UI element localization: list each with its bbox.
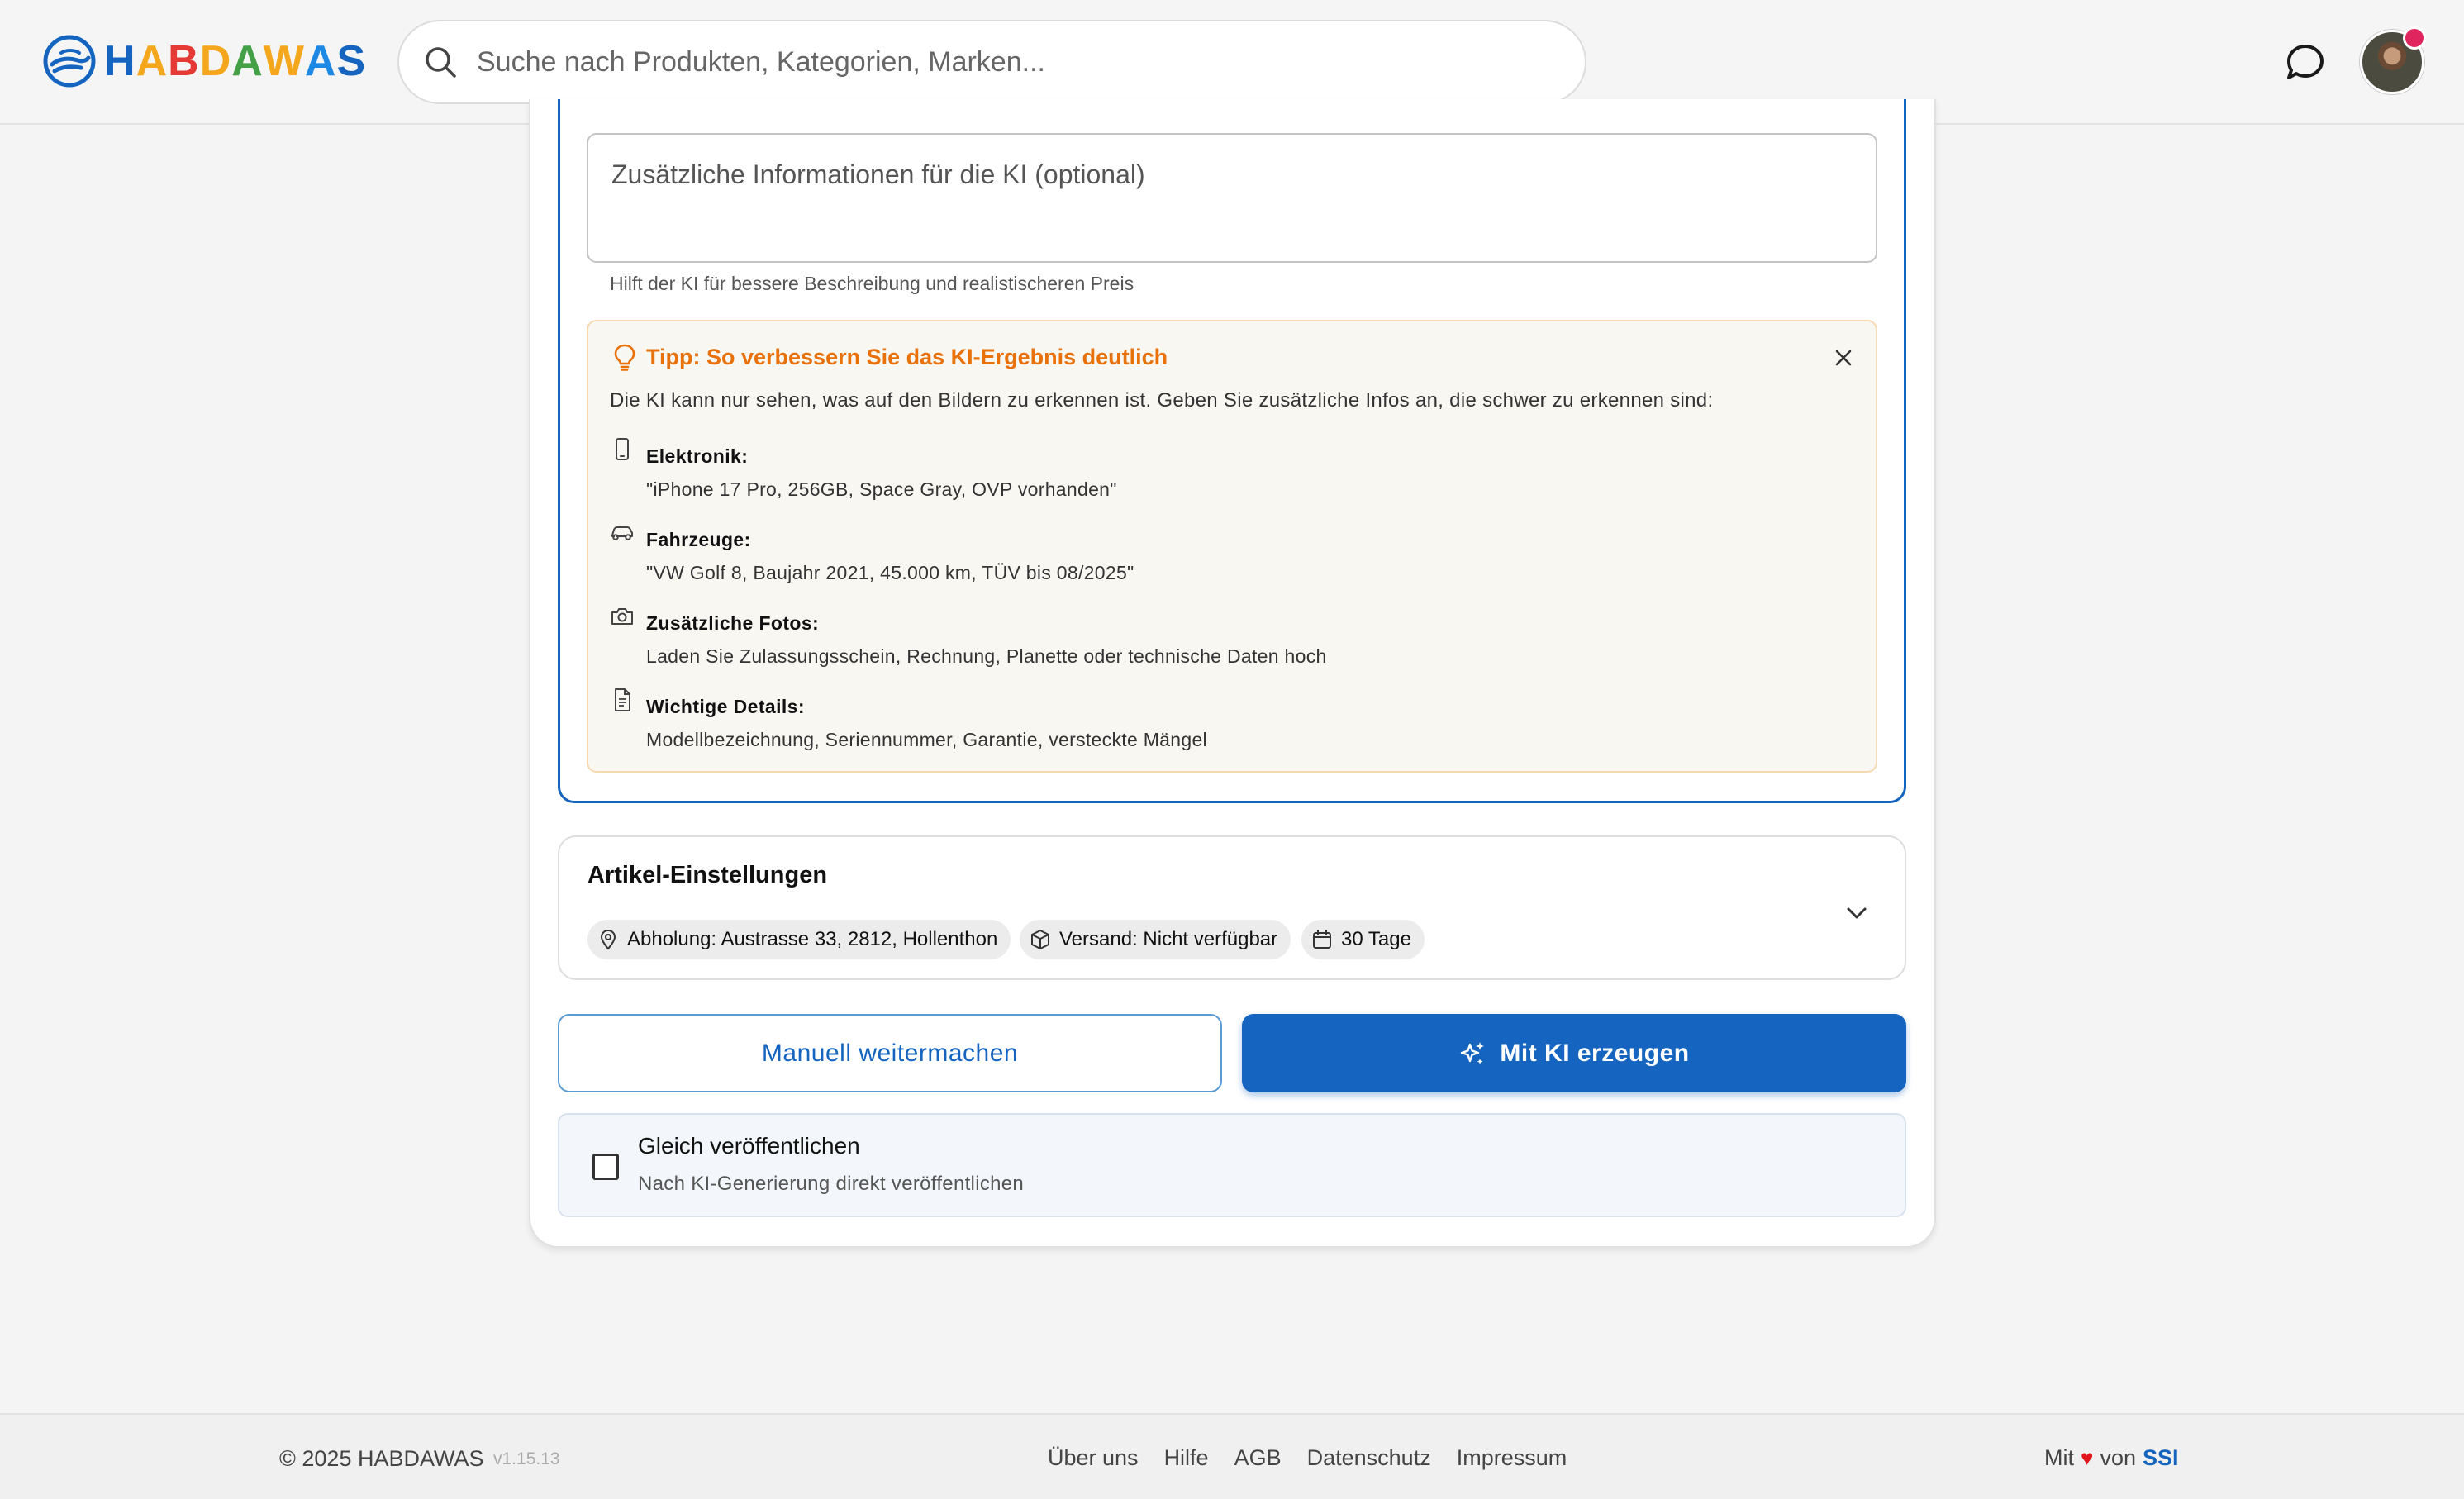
logo-letter: W [263,37,305,85]
settings-title: Artikel-Einstellungen [587,862,828,888]
lightbulb-icon [614,344,635,371]
pickup-chip-label: Abholung: Austrasse 33, 2812, Hollenthon [627,928,998,950]
tip-title: Tipp: So verbessern Sie das KI-Ergebnis … [646,345,1168,369]
shipping-chip-label: Versand: Nicht verfügbar [1059,928,1278,950]
manual-continue-button[interactable]: Manuell weitermachen [558,1014,1222,1092]
camera-icon [611,608,633,625]
publish-checkbox[interactable] [592,1154,619,1180]
tip-box: Tipp: So verbessern Sie das KI-Ergebnis … [587,320,1877,773]
made-by: Mit ♥ von SSI [2044,1445,2179,1471]
duration-chip-label: 30 Tage [1341,928,1411,950]
logo-letter: S [336,37,367,85]
footer-link-help[interactable]: Hilfe [1164,1445,1209,1471]
publish-title: Gleich veröffentlichen [638,1133,860,1159]
footer-link-imprint[interactable]: Impressum [1457,1445,1567,1471]
close-icon[interactable] [1832,346,1855,369]
ai-generate-label: Mit KI erzeugen [1500,1039,1690,1067]
shipping-chip[interactable]: Versand: Nicht verfügbar [1020,920,1291,959]
by-text: von [2100,1445,2136,1470]
tip-item-desc: "iPhone 17 Pro, 256GB, Space Gray, OVP v… [646,478,1117,500]
tip-item-label: Zusätzliche Fotos: [646,612,820,634]
article-settings-panel[interactable]: Artikel-Einstellungen Abholung: Austrass… [558,835,1906,980]
footer-link-about[interactable]: Über uns [1048,1445,1139,1471]
calendar-icon [1313,930,1331,949]
tip-item-label: Fahrzeuge: [646,529,751,550]
tip-item-label: Elektronik: [646,445,749,467]
tip-item-label: Wichtige Details: [646,696,805,717]
logo-letter: D [199,37,232,85]
notification-badge [2403,26,2426,50]
sparkles-icon [1461,1041,1485,1064]
logo-letter: A [304,37,337,85]
heart-icon: ♥ [2081,1445,2094,1470]
tip-item-desc: "VW Golf 8, Baujahr 2021, 45.000 km, TÜV… [646,562,1134,583]
document-icon [615,688,630,711]
search-bar[interactable] [397,20,1586,104]
logo-hand-icon [43,35,96,88]
footer-links: Über uns Hilfe AGB Datenschutz Impressum [1048,1445,1567,1471]
footer-link-privacy[interactable]: Datenschutz [1307,1445,1431,1471]
chat-bubble-icon[interactable] [2284,41,2327,84]
logo-wordmark: HABDAWAS [104,36,366,86]
ai-info-helper-text: Hilft der KI für bessere Beschreibung un… [610,273,1134,294]
logo-letter: B [168,37,200,85]
company-link[interactable]: SSI [2143,1445,2179,1471]
duration-chip[interactable]: 30 Tage [1301,920,1425,959]
ai-generate-button[interactable]: Mit KI erzeugen [1242,1014,1906,1092]
logo-letter: A [231,37,264,85]
made-with-text: Mit [2044,1445,2074,1470]
tip-item-desc: Modellbezeichnung, Seriennummer, Garanti… [646,729,1207,750]
smartphone-icon [616,438,629,460]
footer-link-terms[interactable]: AGB [1234,1445,1282,1471]
habdawas-logo[interactable]: HABDAWAS [41,33,366,89]
search-input[interactable] [477,45,1551,79]
tip-item-desc: Laden Sie Zulassungsschein, Rechnung, Pl… [646,645,1327,667]
package-icon [1031,930,1049,949]
publish-subtitle: Nach KI-Generierung direkt veröffentlich… [638,1173,1025,1195]
car-icon [611,526,633,540]
map-pin-icon [600,929,616,950]
logo-letter: A [136,37,169,85]
pickup-chip[interactable]: Abholung: Austrasse 33, 2812, Hollenthon [587,920,1011,959]
publish-immediately-option[interactable]: Gleich veröffentlichen Nach KI-Generieru… [558,1113,1906,1217]
search-icon [426,47,456,78]
tip-intro: Die KI kann nur sehen, was auf den Bilde… [610,389,1714,412]
copyright-text: © 2025 HABDAWAS [279,1446,484,1471]
logo-letter: H [104,37,136,85]
chevron-down-icon[interactable] [1843,899,1871,927]
version-text: v1.15.13 [493,1449,560,1468]
ai-info-textarea[interactable]: Zusätzliche Informationen für die KI (op… [587,133,1877,263]
page-footer: © 2025 HABDAWAS v1.15.13 Über uns Hilfe … [0,1413,2464,1499]
